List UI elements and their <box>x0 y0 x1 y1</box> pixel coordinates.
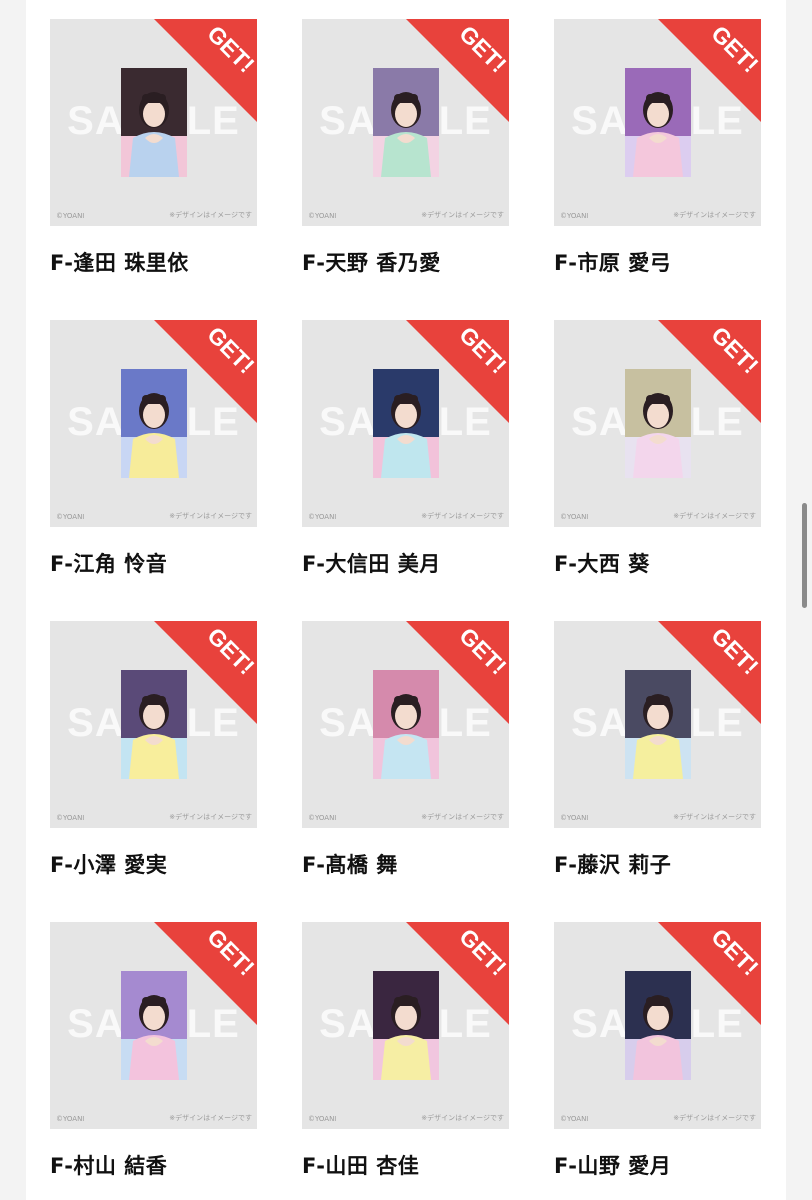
copyright-text: ©YOANI <box>308 513 337 521</box>
copyright-text: ©YOANI <box>56 1115 85 1123</box>
item-name[interactable]: F-藤沢 莉子 <box>554 849 761 879</box>
design-note-text: ※デザインはイメージです <box>421 1114 504 1122</box>
scrollbar-thumb[interactable] <box>802 503 807 608</box>
item-card[interactable]: SAMPLEGET!©YOANI※デザインはイメージですF-大信田 美月 <box>302 320 509 621</box>
copyright-text: ©YOANI <box>56 814 85 822</box>
item-card[interactable]: SAMPLEGET!©YOANI※デザインはイメージですF-逢田 珠里依 <box>50 19 257 320</box>
item-thumbnail[interactable]: SAMPLEGET!©YOANI※デザインはイメージです <box>50 320 257 527</box>
item-name[interactable]: F-江角 怜音 <box>50 548 257 578</box>
design-note-text: ※デザインはイメージです <box>673 512 756 520</box>
item-name[interactable]: F-髙橋 舞 <box>302 849 509 879</box>
card-grid: SAMPLEGET!©YOANI※デザインはイメージですF-逢田 珠里依SAMP… <box>50 19 762 1200</box>
design-note-text: ※デザインはイメージです <box>421 211 504 219</box>
design-note-text: ※デザインはイメージです <box>169 211 252 219</box>
item-card[interactable]: SAMPLEGET!©YOANI※デザインはイメージですF-藤沢 莉子 <box>554 621 761 922</box>
get-ribbon-badge: GET! <box>406 19 509 122</box>
item-card[interactable]: SAMPLEGET!©YOANI※デザインはイメージですF-大西 葵 <box>554 320 761 621</box>
copyright-text: ©YOANI <box>308 1115 337 1123</box>
design-note-text: ※デザインはイメージです <box>673 1114 756 1122</box>
item-name[interactable]: F-山田 杏佳 <box>302 1150 509 1180</box>
item-thumbnail[interactable]: SAMPLEGET!©YOANI※デザインはイメージです <box>554 922 761 1129</box>
design-note-text: ※デザインはイメージです <box>673 813 756 821</box>
copyright-text: ©YOANI <box>560 1115 589 1123</box>
item-card[interactable]: SAMPLEGET!©YOANI※デザインはイメージですF-村山 結香 <box>50 922 257 1200</box>
card-list-panel: SAMPLEGET!©YOANI※デザインはイメージですF-逢田 珠里依SAMP… <box>26 0 786 1200</box>
item-name[interactable]: F-山野 愛月 <box>554 1150 761 1180</box>
get-ribbon-badge: GET! <box>406 621 509 724</box>
item-thumbnail[interactable]: SAMPLEGET!©YOANI※デザインはイメージです <box>554 621 761 828</box>
item-card[interactable]: SAMPLEGET!©YOANI※デザインはイメージですF-髙橋 舞 <box>302 621 509 922</box>
design-note-text: ※デザインはイメージです <box>169 1114 252 1122</box>
item-card[interactable]: SAMPLEGET!©YOANI※デザインはイメージですF-市原 愛弓 <box>554 19 761 320</box>
copyright-text: ©YOANI <box>560 814 589 822</box>
item-name[interactable]: F-市原 愛弓 <box>554 247 761 277</box>
copyright-text: ©YOANI <box>560 212 589 220</box>
get-ribbon-badge: GET! <box>154 621 257 724</box>
design-note-text: ※デザインはイメージです <box>673 211 756 219</box>
get-ribbon-badge: GET! <box>154 922 257 1025</box>
item-card[interactable]: SAMPLEGET!©YOANI※デザインはイメージですF-小澤 愛実 <box>50 621 257 922</box>
item-card[interactable]: SAMPLEGET!©YOANI※デザインはイメージですF-江角 怜音 <box>50 320 257 621</box>
item-card[interactable]: SAMPLEGET!©YOANI※デザインはイメージですF-天野 香乃愛 <box>302 19 509 320</box>
item-thumbnail[interactable]: SAMPLEGET!©YOANI※デザインはイメージです <box>50 621 257 828</box>
item-thumbnail[interactable]: SAMPLEGET!©YOANI※デザインはイメージです <box>302 320 509 527</box>
design-note-text: ※デザインはイメージです <box>169 813 252 821</box>
item-name[interactable]: F-小澤 愛実 <box>50 849 257 879</box>
design-note-text: ※デザインはイメージです <box>169 512 252 520</box>
item-name[interactable]: F-天野 香乃愛 <box>302 247 509 277</box>
get-ribbon-badge: GET! <box>658 19 761 122</box>
item-thumbnail[interactable]: SAMPLEGET!©YOANI※デザインはイメージです <box>302 19 509 226</box>
item-thumbnail[interactable]: SAMPLEGET!©YOANI※デザインはイメージです <box>554 320 761 527</box>
item-card[interactable]: SAMPLEGET!©YOANI※デザインはイメージですF-山野 愛月 <box>554 922 761 1200</box>
get-ribbon-badge: GET! <box>406 320 509 423</box>
item-name[interactable]: F-村山 結香 <box>50 1150 257 1180</box>
copyright-text: ©YOANI <box>308 814 337 822</box>
copyright-text: ©YOANI <box>56 212 85 220</box>
get-ribbon-badge: GET! <box>658 621 761 724</box>
copyright-text: ©YOANI <box>56 513 85 521</box>
get-ribbon-badge: GET! <box>658 320 761 423</box>
item-name[interactable]: F-逢田 珠里依 <box>50 247 257 277</box>
item-thumbnail[interactable]: SAMPLEGET!©YOANI※デザインはイメージです <box>50 19 257 226</box>
item-thumbnail[interactable]: SAMPLEGET!©YOANI※デザインはイメージです <box>50 922 257 1129</box>
get-ribbon-badge: GET! <box>154 19 257 122</box>
item-thumbnail[interactable]: SAMPLEGET!©YOANI※デザインはイメージです <box>554 19 761 226</box>
get-ribbon-badge: GET! <box>406 922 509 1025</box>
copyright-text: ©YOANI <box>308 212 337 220</box>
item-name[interactable]: F-大西 葵 <box>554 548 761 578</box>
page: SAMPLEGET!©YOANI※デザインはイメージですF-逢田 珠里依SAMP… <box>0 0 812 1200</box>
item-thumbnail[interactable]: SAMPLEGET!©YOANI※デザインはイメージです <box>302 621 509 828</box>
get-ribbon-badge: GET! <box>658 922 761 1025</box>
item-thumbnail[interactable]: SAMPLEGET!©YOANI※デザインはイメージです <box>302 922 509 1129</box>
item-card[interactable]: SAMPLEGET!©YOANI※デザインはイメージですF-山田 杏佳 <box>302 922 509 1200</box>
copyright-text: ©YOANI <box>560 513 589 521</box>
get-ribbon-badge: GET! <box>154 320 257 423</box>
design-note-text: ※デザインはイメージです <box>421 813 504 821</box>
item-name[interactable]: F-大信田 美月 <box>302 548 509 578</box>
design-note-text: ※デザインはイメージです <box>421 512 504 520</box>
